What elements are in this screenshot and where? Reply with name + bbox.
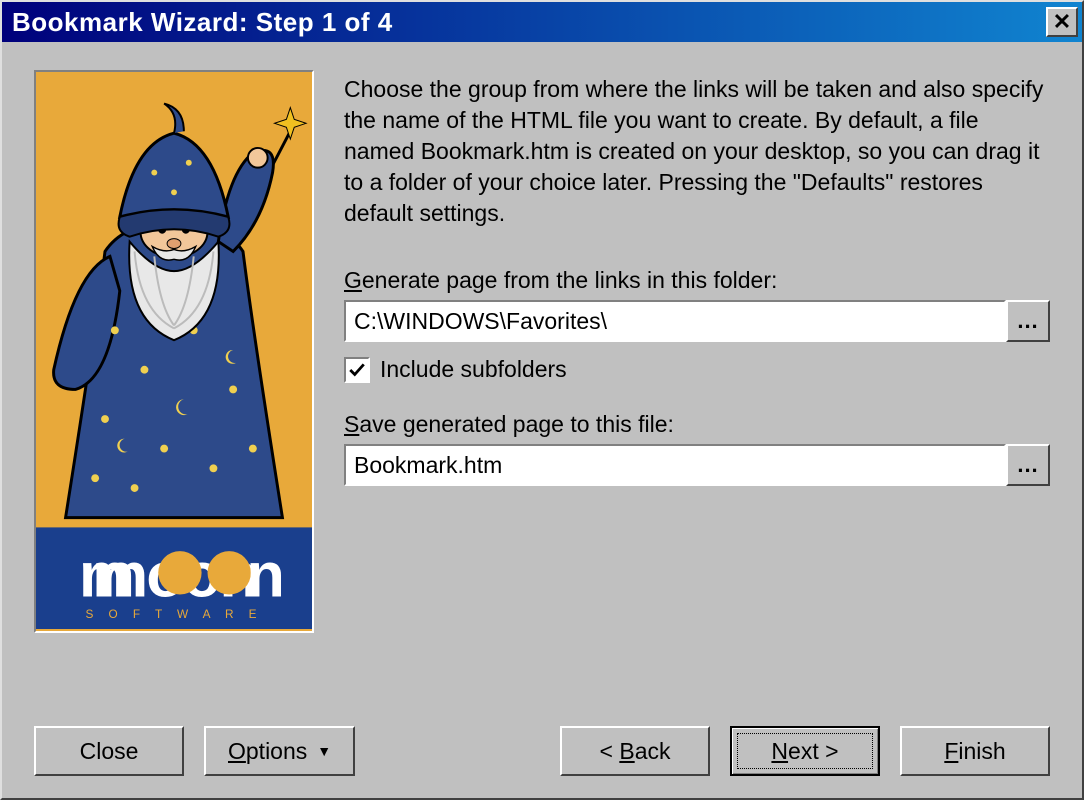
next-button[interactable]: Next > (730, 726, 880, 776)
wizard-window: Bookmark Wizard: Step 1 of 4 ✕ (0, 0, 1084, 800)
save-input-row: ... (344, 444, 1050, 486)
form-area: Choose the group from where the links wi… (344, 70, 1050, 633)
back-button[interactable]: < Back (560, 726, 710, 776)
folder-input[interactable] (344, 300, 1006, 342)
options-button[interactable]: Options ▼ (204, 726, 355, 776)
save-input[interactable] (344, 444, 1006, 486)
save-label: Save generated page to this file: (344, 411, 1050, 438)
description-text: Choose the group from where the links wi… (344, 74, 1050, 229)
finish-button[interactable]: Finish (900, 726, 1050, 776)
titlebar: Bookmark Wizard: Step 1 of 4 ✕ (2, 2, 1082, 42)
include-subfolders-label: Include subfolders (380, 356, 567, 383)
checkmark-icon (348, 361, 366, 379)
window-title: Bookmark Wizard: Step 1 of 4 (12, 7, 393, 38)
close-button[interactable]: Close (34, 726, 184, 776)
wizard-icon: moon S O F T W A R E m n (36, 72, 312, 631)
include-subfolders-checkbox[interactable] (344, 357, 370, 383)
dropdown-arrow-icon: ▼ (317, 743, 331, 759)
close-icon[interactable]: ✕ (1046, 7, 1078, 37)
content-area: moon S O F T W A R E m n Choose the grou… (2, 42, 1082, 643)
wizard-illustration: moon S O F T W A R E m n (34, 70, 314, 633)
folder-input-row: ... (344, 300, 1050, 342)
button-bar: Close Options ▼ < Back Next > Finish (34, 726, 1050, 776)
svg-text:m: m (79, 540, 135, 610)
svg-text:n: n (246, 540, 285, 610)
browse-folder-button[interactable]: ... (1006, 300, 1050, 342)
folder-label: Generate page from the links in this fol… (344, 267, 1050, 294)
browse-save-button[interactable]: ... (1006, 444, 1050, 486)
include-subfolders-row: Include subfolders (344, 356, 1050, 383)
